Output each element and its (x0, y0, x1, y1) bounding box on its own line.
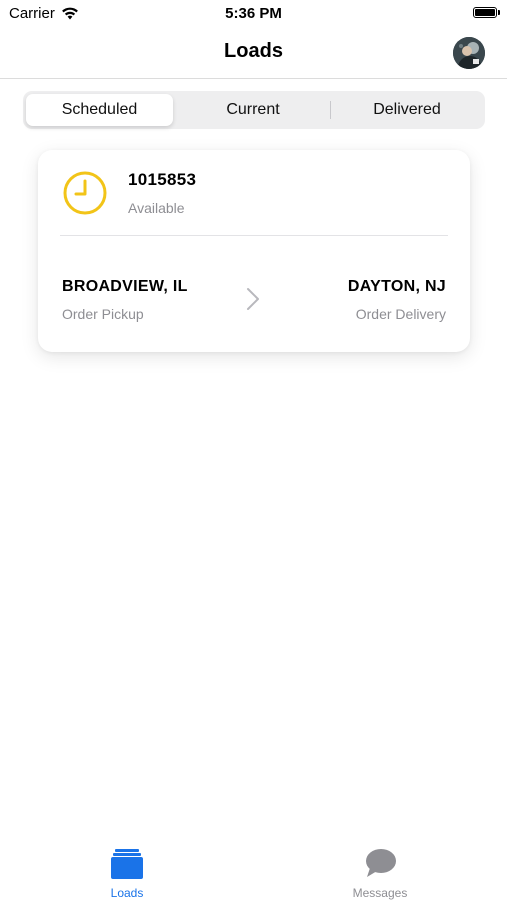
status-bar: Carrier 5:36 PM (0, 0, 507, 28)
destination-label: Order Delivery (355, 306, 446, 322)
load-id: 1015853 (128, 170, 197, 189)
segment-divider (330, 101, 331, 119)
destination-city: DAYTON, NJ (347, 278, 446, 295)
load-status-segmented-control: Scheduled Current Delivered (23, 91, 485, 129)
tab-messages-label: Messages (352, 886, 408, 900)
segment-current[interactable]: Current (178, 94, 328, 126)
load-status: Available (128, 200, 185, 216)
navigation-bar: Loads (0, 28, 507, 79)
app-screen: Carrier 5:36 PM Loads Scheduled Current … (0, 0, 507, 900)
load-card[interactable]: 1015853 Available BROADVIEW, IL Order Pi… (38, 150, 470, 352)
segment-scheduled[interactable]: Scheduled (26, 94, 173, 126)
stacked-layers-icon (111, 849, 143, 879)
avatar[interactable] (453, 37, 485, 69)
chevron-right-icon (247, 288, 259, 310)
profile-photo-icon (453, 37, 485, 69)
status-time: 5:36 PM (225, 5, 282, 22)
origin-label: Order Pickup (62, 306, 144, 322)
tab-loads[interactable]: Loads (72, 848, 182, 900)
battery-icon (473, 7, 500, 18)
segment-delivered[interactable]: Delivered (332, 94, 482, 126)
speech-bubble-icon (366, 849, 396, 877)
card-divider (60, 235, 448, 236)
origin-city: BROADVIEW, IL (62, 278, 188, 295)
tab-messages[interactable]: Messages (325, 848, 435, 900)
battery-fill (475, 9, 495, 16)
tab-loads-label: Loads (110, 886, 144, 900)
clock-icon (63, 171, 107, 215)
tab-bar: Loads Messages (0, 836, 507, 900)
page-title: Loads (224, 40, 283, 62)
